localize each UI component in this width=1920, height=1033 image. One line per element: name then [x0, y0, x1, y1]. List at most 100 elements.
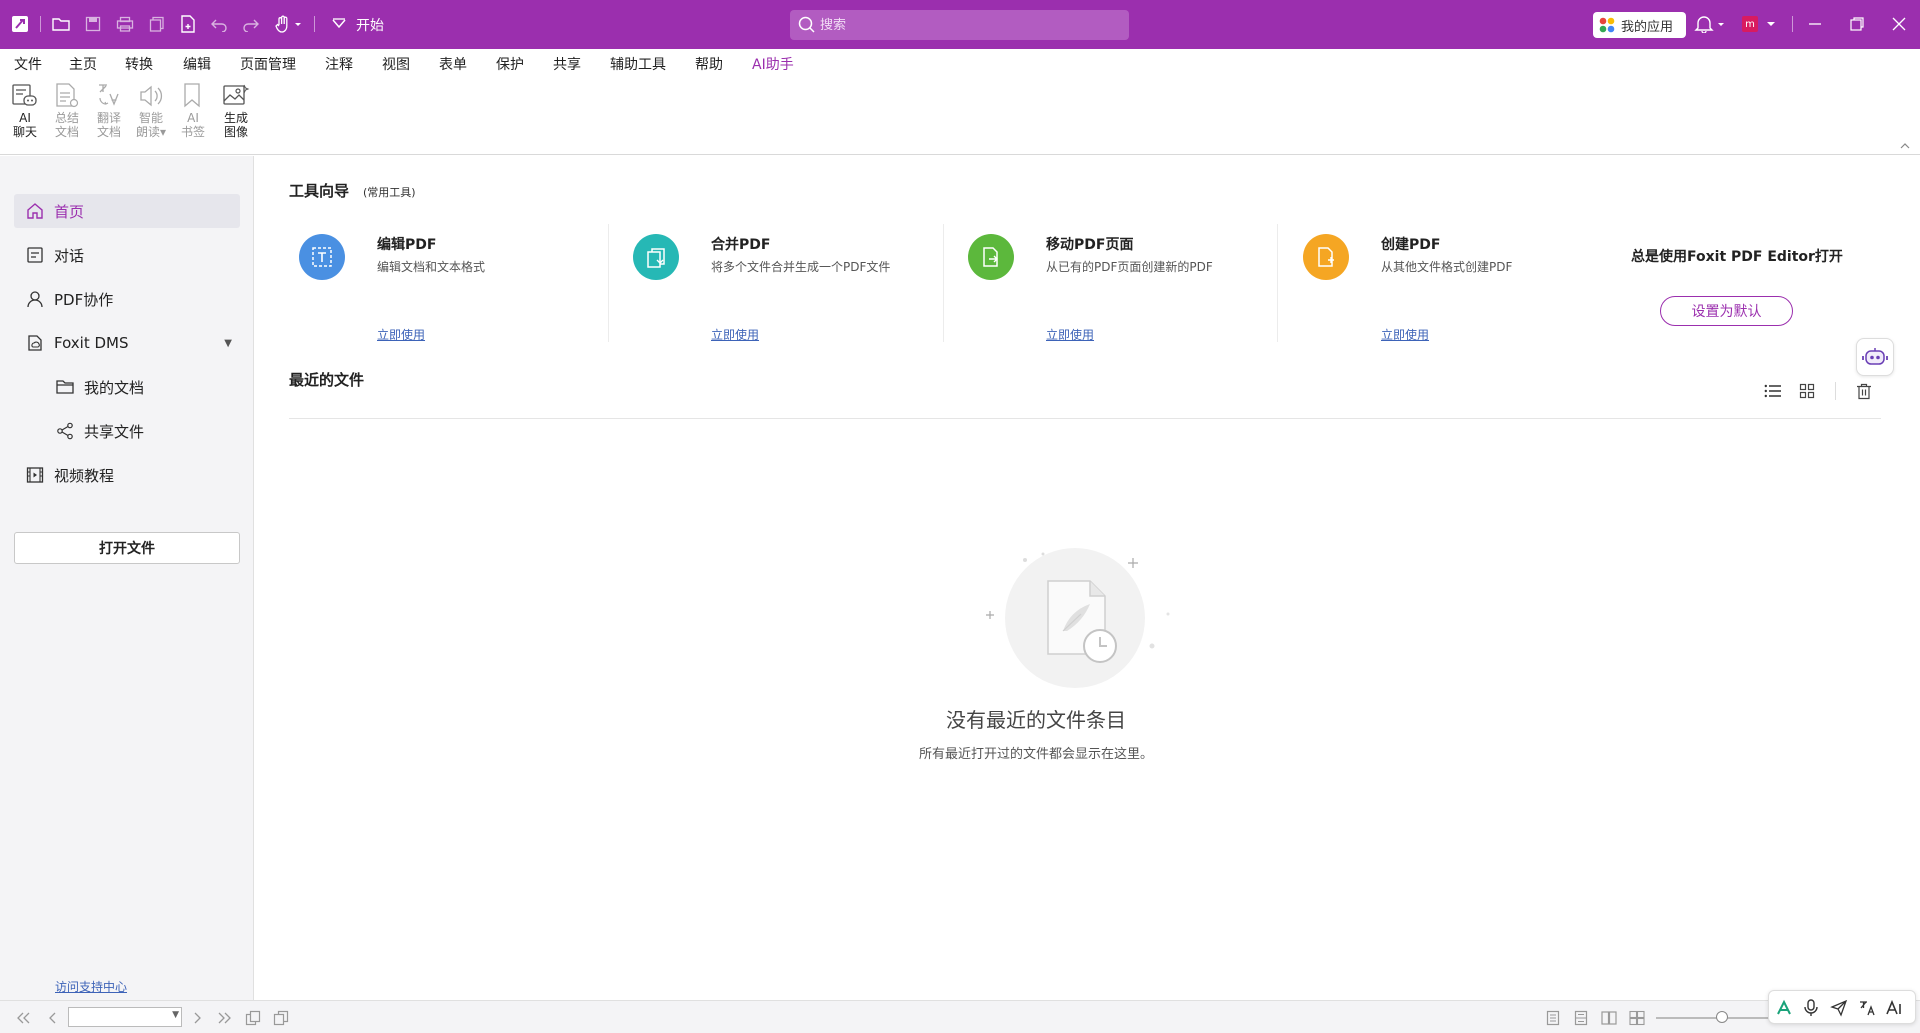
tool-desc: 从其他文件格式创建PDF [1381, 260, 1513, 274]
caret-down-icon[interactable]: ▼ [224, 338, 232, 349]
translate-doc-button[interactable]: 翻译 文档 [89, 81, 129, 139]
support-center-link[interactable]: 访问支持中心 [55, 978, 127, 995]
menu-page-management[interactable]: 页面管理 [240, 54, 296, 74]
next-view-icon[interactable] [272, 1009, 290, 1027]
copy-doc-icon[interactable] [146, 13, 168, 35]
menu-home[interactable]: 主页 [69, 54, 97, 74]
two-page-continuous-icon[interactable] [1628, 1009, 1646, 1027]
summarize-doc-button[interactable]: 总结 文档 [47, 81, 87, 139]
menu-view[interactable]: 视图 [382, 54, 410, 74]
apps-grid-icon [1599, 17, 1615, 33]
open-file-button[interactable]: 打开文件 [14, 532, 240, 564]
single-page-icon[interactable] [1544, 1009, 1562, 1027]
sidebar-item-shared-files[interactable]: 共享文件 [44, 414, 240, 448]
use-now-link[interactable]: 立即使用 [1381, 326, 1429, 343]
quick-access-dropdown-icon[interactable] [328, 13, 350, 35]
caret-down-icon[interactable]: ▼ [172, 1010, 179, 1020]
sidebar-item-chat[interactable]: 对话 [14, 238, 240, 272]
move-pages-icon [968, 234, 1014, 280]
previous-page-icon[interactable] [44, 1009, 62, 1027]
continuous-page-icon[interactable] [1572, 1009, 1590, 1027]
ai-brand-icon[interactable] [1774, 998, 1794, 1018]
ai-bookmark-button[interactable]: AI 书签 [173, 81, 213, 139]
smart-read-button[interactable]: 智能 朗读▾ [131, 81, 171, 139]
tool-title: 合并PDF [711, 237, 771, 253]
search-input[interactable] [820, 10, 1120, 40]
menu-ai-assistant[interactable]: AI助手 [751, 54, 795, 78]
start-label[interactable]: 开始 [356, 15, 384, 35]
menu-share[interactable]: 共享 [553, 54, 581, 74]
sidebar-item-label: PDF协作 [54, 290, 114, 309]
translate-icon[interactable] [1857, 998, 1877, 1018]
next-page-icon[interactable] [188, 1009, 206, 1027]
close-icon[interactable] [1888, 13, 1910, 35]
grid-view-icon[interactable] [1796, 380, 1818, 402]
folder-icon [56, 379, 74, 395]
use-now-link[interactable]: 立即使用 [711, 326, 759, 343]
search-icon [798, 16, 815, 33]
use-now-link[interactable]: 立即使用 [1046, 326, 1094, 343]
ai-robot-button[interactable] [1856, 338, 1894, 376]
collapse-ribbon-icon[interactable] [1900, 142, 1910, 150]
menu-comment[interactable]: 注释 [325, 54, 353, 74]
ai-text-icon[interactable] [1885, 998, 1905, 1018]
restore-icon[interactable] [1846, 13, 1868, 35]
page-number-input[interactable]: ▼ [68, 1007, 182, 1027]
app-logo-icon[interactable] [9, 13, 31, 35]
ai-chat-button[interactable]: AI 聊天 [5, 81, 45, 139]
sidebar-item-foxit-dms[interactable]: Foxit DMS ▼ [14, 326, 240, 360]
menu-convert[interactable]: 转换 [125, 54, 153, 74]
bell-icon[interactable] [1692, 13, 1730, 35]
use-now-link[interactable]: 立即使用 [377, 326, 425, 343]
list-view-icon[interactable] [1762, 380, 1784, 402]
tool-card-create-pdf[interactable]: 创建PDF 从其他文件格式创建PDF 立即使用 [1303, 228, 1603, 346]
first-page-icon[interactable] [14, 1009, 32, 1027]
undo-icon[interactable] [208, 13, 230, 35]
send-icon[interactable] [1829, 998, 1849, 1018]
sidebar-item-pdf-collab[interactable]: PDF协作 [14, 282, 240, 316]
tool-guide-subtitle: (常用工具) [363, 186, 416, 199]
chat-icon [26, 246, 44, 264]
avatar-letter: m [1742, 16, 1758, 32]
open-folder-icon[interactable] [50, 13, 72, 35]
zoom-slider-handle[interactable] [1716, 1011, 1728, 1023]
menu-help[interactable]: 帮助 [695, 54, 723, 74]
edit-pdf-icon [299, 234, 345, 280]
tool-card-merge-pdf[interactable]: 合并PDF 将多个文件合并生成一个PDF文件 立即使用 [633, 228, 933, 346]
search-box[interactable] [790, 10, 1129, 40]
menu-accessibility[interactable]: 辅助工具 [610, 54, 666, 74]
two-page-icon[interactable] [1600, 1009, 1618, 1027]
video-icon [26, 466, 44, 484]
microphone-icon[interactable] [1801, 998, 1821, 1018]
sidebar-item-my-docs[interactable]: 我的文档 [44, 370, 240, 404]
sidebar-item-video-tutorials[interactable]: 视频教程 [14, 458, 240, 492]
new-doc-icon[interactable] [177, 13, 199, 35]
sidebar-item-label: Foxit DMS [54, 334, 129, 352]
trash-icon[interactable] [1853, 380, 1875, 402]
hand-tool-icon[interactable] [272, 13, 306, 35]
last-page-icon[interactable] [216, 1009, 234, 1027]
redo-icon[interactable] [240, 13, 262, 35]
tool-card-move-pdf-pages[interactable]: 移动PDF页面 从已有的PDF页面创建新的PDF 立即使用 [968, 228, 1268, 346]
menu-edit[interactable]: 编辑 [183, 54, 211, 74]
dms-icon [26, 334, 44, 352]
sidebar-item-home[interactable]: 首页 [14, 194, 240, 228]
menu-protect[interactable]: 保护 [496, 54, 524, 74]
separator [1835, 382, 1836, 400]
menu-file[interactable]: 文件 [14, 54, 42, 74]
divider [289, 418, 1881, 419]
save-icon[interactable] [82, 13, 104, 35]
separator [314, 16, 315, 32]
my-apps-button[interactable]: 我的应用 [1593, 12, 1686, 38]
tool-title: 编辑PDF [377, 237, 437, 253]
menu-form[interactable]: 表单 [439, 54, 467, 74]
print-icon[interactable] [114, 13, 136, 35]
user-avatar[interactable]: m [1741, 13, 1779, 35]
set-default-button[interactable]: 设置为默认 [1660, 296, 1793, 326]
previous-view-icon[interactable] [244, 1009, 262, 1027]
minimize-icon[interactable] [1804, 13, 1826, 35]
sidebar-item-label: 我的文档 [84, 378, 145, 397]
tool-card-edit-pdf[interactable]: 编辑PDF 编辑文档和文本格式 立即使用 [299, 228, 599, 346]
generate-image-button[interactable]: 生成 图像 [216, 81, 256, 139]
user-icon [26, 290, 44, 308]
